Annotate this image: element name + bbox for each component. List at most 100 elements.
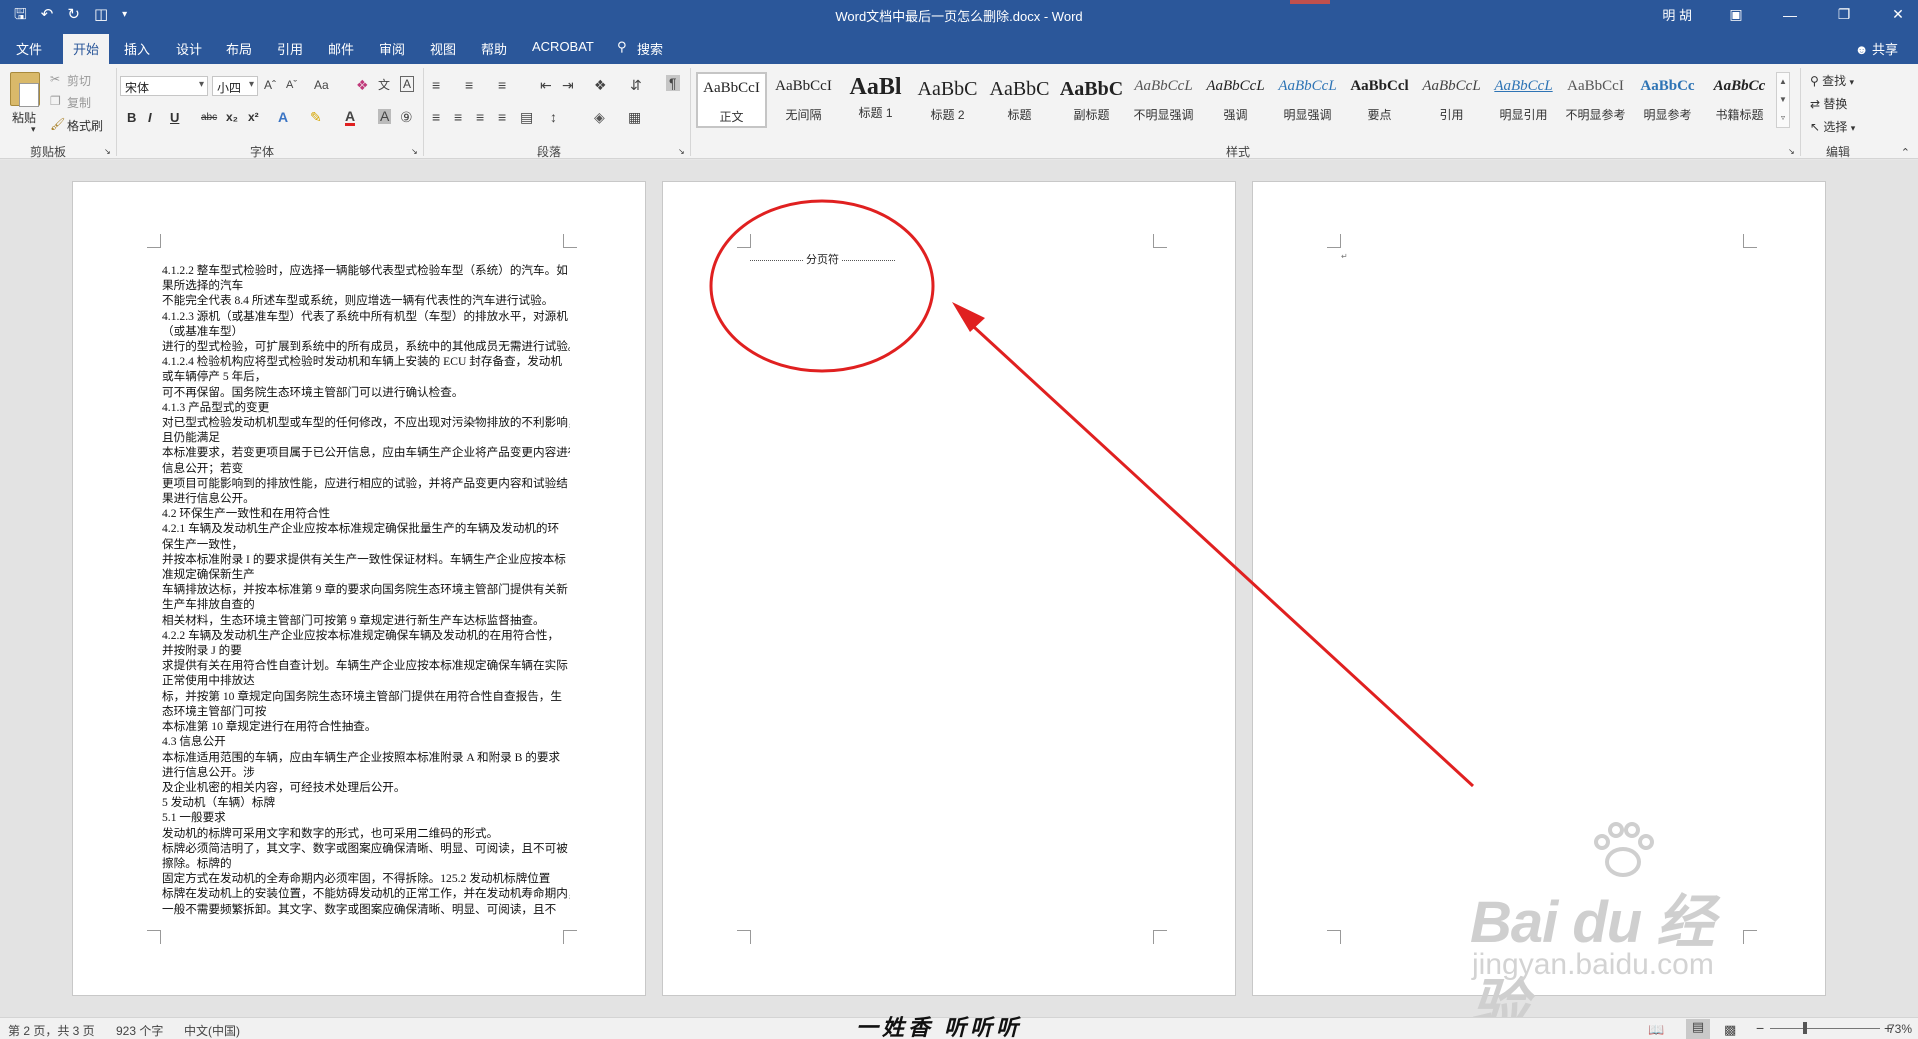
style-intense-emphasis[interactable]: AaBbCcL 明显强调 xyxy=(1272,72,1343,128)
tab-insert[interactable]: 插入 xyxy=(124,39,150,58)
styles-gallery-scroll[interactable]: ▲ ▼ ▿ xyxy=(1776,72,1790,128)
line-spacing-icon[interactable]: ↕ xyxy=(550,109,557,125)
document-line[interactable]: 果所选择的汽车 xyxy=(162,278,570,293)
character-shading-icon[interactable]: A xyxy=(378,109,392,124)
decrease-indent-icon[interactable]: ⇤ xyxy=(540,77,552,94)
document-line[interactable]: 准规定确保新生产 xyxy=(162,567,570,582)
styles-launcher-icon[interactable]: ↘ xyxy=(1788,147,1795,156)
document-line[interactable]: 固定方式在发动机的全寿命期内必须牢固，不得拆除。125.2 发动机标牌位置 xyxy=(162,871,570,886)
tab-references[interactable]: 引用 xyxy=(277,39,303,58)
document-line[interactable]: 进行的型式检验，可扩展到系统中的所有成员，系统中的其他成员无需进行试验。 xyxy=(162,339,570,354)
collapse-ribbon-icon[interactable]: ⌃ xyxy=(1901,146,1910,159)
tab-search[interactable]: 搜索 xyxy=(637,39,663,58)
clear-formatting-icon[interactable]: ❖ xyxy=(356,77,369,94)
tab-review[interactable]: 审阅 xyxy=(379,39,405,58)
document-line[interactable]: 5 发动机（车辆）标牌 xyxy=(162,795,570,810)
copy-button[interactable]: 复制 xyxy=(67,94,91,111)
grow-font-icon[interactable]: Aˆ xyxy=(264,78,276,92)
document-line[interactable]: 本标准第 10 章规定进行在用符合性抽查。 xyxy=(162,719,570,734)
document-line[interactable]: 4.1.2.2 整车型式检验时，应选择一辆能够代表型式检验车型（系统）的汽车。如 xyxy=(162,263,570,278)
tab-help[interactable]: 帮助 xyxy=(481,39,507,58)
document-line[interactable]: 4.3 信息公开 xyxy=(162,734,570,749)
style-subtle-reference[interactable]: AaBbCcI 不明显参考 xyxy=(1560,72,1631,128)
zoom-out-icon[interactable]: − xyxy=(1756,1020,1764,1036)
bold-button[interactable]: B xyxy=(127,110,136,125)
style-emphasis[interactable]: AaBbCcL 强调 xyxy=(1200,72,1271,128)
style-no-spacing[interactable]: AaBbCcI 无间隔 xyxy=(768,72,839,128)
document-line[interactable]: 态环境主管部门可按 xyxy=(162,704,570,719)
document-line[interactable]: 4.2 环保生产一致性和在用符合性 xyxy=(162,506,570,521)
page-count[interactable]: 第 2 页，共 3 页 xyxy=(8,1022,95,1039)
language-indicator[interactable]: 中文(中国) xyxy=(184,1022,240,1039)
document-line[interactable]: 信息公开；若变 xyxy=(162,461,570,476)
style-heading-2[interactable]: AaBbC 标题 2 xyxy=(912,72,983,128)
tab-layout[interactable]: 布局 xyxy=(226,39,252,58)
highlight-icon[interactable]: ✎ xyxy=(310,109,322,126)
font-name-combo[interactable]: 宋体 xyxy=(120,76,208,96)
document-line[interactable]: 不能完全代表 8.4 所述车型或系统，则应增选一辆有代表性的汽车进行试验。 xyxy=(162,293,570,308)
document-line[interactable]: 5.1 一般要求 xyxy=(162,810,570,825)
document-line[interactable]: 擦除。标牌的 xyxy=(162,856,570,871)
document-line[interactable]: 标牌在发动机上的安装位置，不能妨碍发动机的正常工作，并在发动机寿命期内， xyxy=(162,886,570,901)
chinese-layout-icon[interactable]: ❖ xyxy=(594,77,607,94)
document-line[interactable]: 保生产一致性， xyxy=(162,537,570,552)
style-title[interactable]: AaBbC 标题 xyxy=(984,72,1055,128)
document-line[interactable]: 4.2.2 车辆及发动机生产企业应按本标准规定确保车辆及发动机的在用符合性， xyxy=(162,628,570,643)
increase-indent-icon[interactable]: ⇥ xyxy=(562,77,574,94)
tab-file[interactable]: 文件 xyxy=(16,39,42,58)
cut-button[interactable]: 剪切 xyxy=(67,72,91,89)
style-quote[interactable]: AaBbCcL 引用 xyxy=(1416,72,1487,128)
print-layout-icon[interactable]: ▤ xyxy=(1686,1019,1710,1039)
document-line[interactable]: 本标准适用范围的车辆，应由车辆生产企业按照本标准附录 A 和附录 B 的要求 xyxy=(162,750,570,765)
document-line[interactable]: 更项目可能影响到的排放性能，应进行相应的试验，并将产品变更内容和试验结 xyxy=(162,476,570,491)
character-border-icon[interactable]: A xyxy=(400,76,415,92)
phonetic-guide-icon[interactable]: 文 xyxy=(378,76,390,93)
document-line[interactable]: （或基准车型） xyxy=(162,324,570,339)
tab-mailings[interactable]: 邮件 xyxy=(328,39,354,58)
paragraph-launcher-icon[interactable]: ↘ xyxy=(678,147,685,156)
underline-button[interactable]: U xyxy=(170,110,179,125)
style-normal[interactable]: AaBbCcI 正文 xyxy=(696,72,767,128)
zoom-slider-thumb[interactable] xyxy=(1803,1022,1807,1034)
numbering-icon[interactable]: ≡ xyxy=(465,77,473,93)
enclosed-character-icon[interactable]: ⑨ xyxy=(400,109,413,126)
document-line[interactable]: 发动机的标牌可采用文字和数字的形式，也可采用二维码的形式。 xyxy=(162,826,570,841)
superscript-button[interactable]: x² xyxy=(248,110,259,124)
font-launcher-icon[interactable]: ↘ xyxy=(411,147,418,156)
style-book-title[interactable]: AaBbCc 书籍标题 xyxy=(1704,72,1775,128)
document-line[interactable]: 生产车排放自查的 xyxy=(162,597,570,612)
strikethrough-button[interactable]: abc xyxy=(201,112,217,123)
document-line[interactable]: 可不再保留。国务院生态环境主管部门可以进行确认检查。 xyxy=(162,385,570,400)
share-button[interactable]: ☻ 共享 xyxy=(1855,39,1898,58)
user-name[interactable]: 明 胡 xyxy=(1662,5,1692,24)
document-line[interactable]: 及企业机密的相关内容，可经技术处理后公开。 xyxy=(162,780,570,795)
style-heading-1[interactable]: AaBl 标题 1 xyxy=(840,72,911,128)
tab-home[interactable]: 开始 xyxy=(63,34,110,64)
document-line[interactable]: 正常使用中排放达 xyxy=(162,673,570,688)
multilevel-list-icon[interactable]: ≡ xyxy=(498,77,506,93)
document-line[interactable]: 并按附录 J 的要 xyxy=(162,643,570,658)
document-line[interactable]: 4.1.3 产品型式的变更 xyxy=(162,400,570,415)
replace-button[interactable]: ⇄ 替换 xyxy=(1810,95,1847,112)
style-intense-reference[interactable]: AaBbCc 明显参考 xyxy=(1632,72,1703,128)
font-color-icon[interactable]: A xyxy=(345,109,356,126)
document-line[interactable]: 求提供有关在用符合性自查计划。车辆生产企业应按本标准规定确保车辆在实际 xyxy=(162,658,570,673)
change-case-button[interactable]: Aa xyxy=(314,78,329,92)
document-line[interactable]: 4.1.2.3 源机（或基准车型）代表了系统中所有机型（车型）的排放水平，对源机 xyxy=(162,309,570,324)
document-line[interactable]: 果进行信息公开。 xyxy=(162,491,570,506)
shrink-font-icon[interactable]: Aˇ xyxy=(286,79,297,91)
align-left-icon[interactable]: ≡ xyxy=(432,109,440,125)
web-layout-icon[interactable]: ▩ xyxy=(1724,1022,1736,1038)
clipboard-launcher-icon[interactable]: ↘ xyxy=(104,147,111,156)
word-count[interactable]: 923 个字 xyxy=(116,1022,163,1039)
subscript-button[interactable]: x₂ xyxy=(226,110,238,124)
shading-icon[interactable]: ◈ xyxy=(594,109,605,126)
font-size-combo[interactable]: 小四 xyxy=(212,76,258,96)
document-line[interactable]: 4.1.2.4 检验机构应将型式检验时发动机和车辆上安装的 ECU 封存备查，发… xyxy=(162,354,570,369)
document-line[interactable]: 对已型式检验发动机机型或车型的任何修改，不应出现对污染物排放的不利影响， xyxy=(162,415,570,430)
restore-icon[interactable]: ❐ xyxy=(1834,6,1854,23)
text-effects-icon[interactable]: A xyxy=(278,109,288,125)
tab-view[interactable]: 视图 xyxy=(430,39,456,58)
paste-dropdown-icon[interactable]: ▾ xyxy=(31,124,36,135)
document-line[interactable]: 标，并按第 10 章规定向国务院生态环境主管部门提供在用符合性自查报告，生 xyxy=(162,689,570,704)
